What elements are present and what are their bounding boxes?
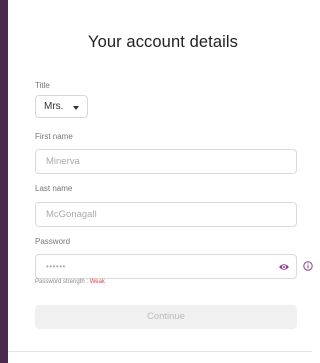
continue-button[interactable]: Continue <box>35 305 297 329</box>
title-select-value: Mrs. <box>44 101 64 112</box>
first-name-field[interactable]: Minerva <box>35 149 297 174</box>
last-name-label: Last name <box>35 184 73 193</box>
password-field[interactable]: •••••• <box>35 254 297 279</box>
eye-icon[interactable] <box>278 262 290 272</box>
account-details-card: Your account details Title Mrs. First na… <box>8 0 313 352</box>
password-strength: Password strength : Weak <box>35 279 105 285</box>
password-placeholder: •••••• <box>46 262 66 271</box>
chevron-down-icon <box>73 106 79 110</box>
title-label: Title <box>35 81 50 90</box>
info-icon[interactable] <box>303 261 313 271</box>
title-select[interactable]: Mrs. <box>35 95 88 118</box>
password-strength-prefix: Password strength : <box>35 279 90 285</box>
first-name-label: First name <box>35 132 73 141</box>
password-strength-value: Weak <box>89 279 105 285</box>
first-name-placeholder: Minerva <box>46 156 80 167</box>
left-accent-bar <box>0 0 8 363</box>
last-name-field[interactable]: McGonagall <box>35 202 297 227</box>
password-label: Password <box>35 237 71 246</box>
last-name-placeholder: McGonagall <box>46 209 97 220</box>
page-title: Your account details <box>88 33 238 51</box>
